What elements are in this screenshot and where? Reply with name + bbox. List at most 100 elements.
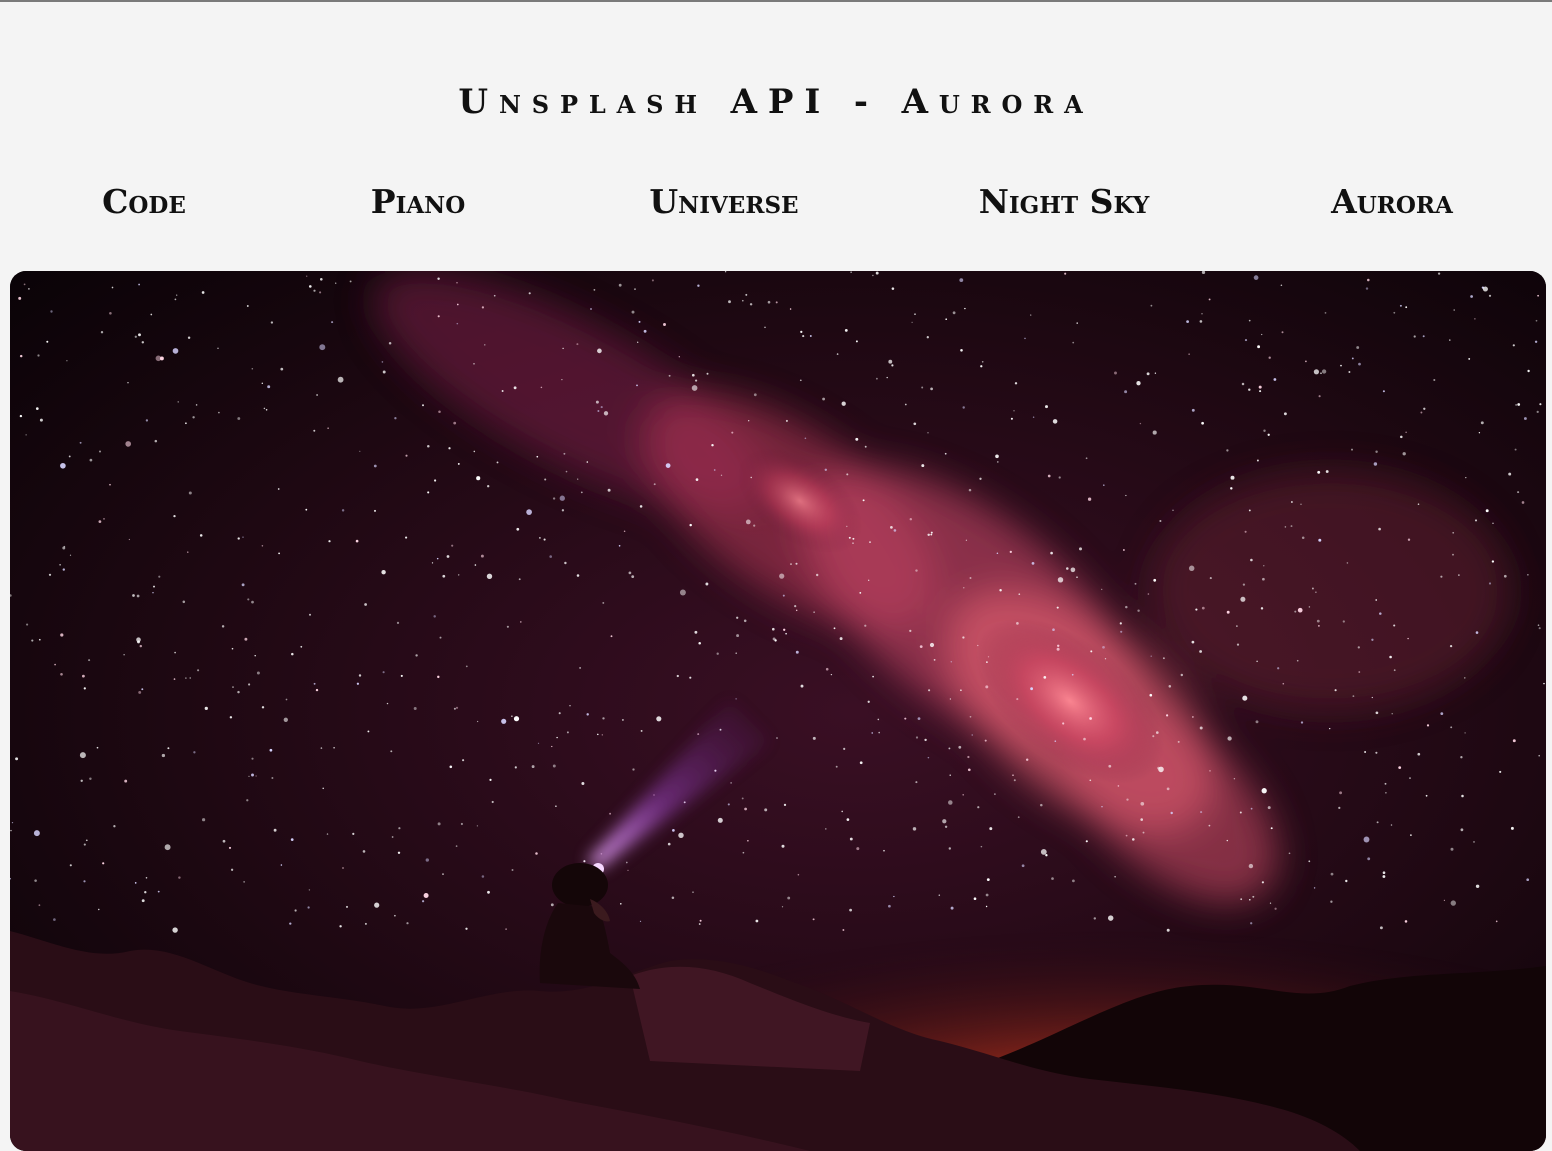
star [1142,831,1145,834]
star [995,454,999,459]
star [313,429,316,432]
star [19,354,23,358]
star [436,557,439,560]
star [453,707,456,710]
star [167,747,170,750]
star [316,394,319,396]
star [948,847,951,850]
star [195,404,198,406]
star [927,756,930,759]
star [158,575,161,578]
star [1136,381,1141,386]
star [1464,677,1466,679]
star [1324,312,1327,314]
star [1070,567,1076,573]
star [949,774,951,776]
star [621,718,624,721]
star [1104,658,1107,660]
star [735,652,737,654]
star [1016,622,1019,625]
star [724,271,727,273]
star [1329,727,1331,730]
star [800,330,803,334]
star [1358,671,1361,673]
star [843,747,846,750]
star [1527,574,1529,576]
nav-item-night-sky[interactable]: Night Sky [979,182,1150,221]
star [442,873,444,875]
star [1188,353,1190,355]
star [981,360,984,363]
star [748,420,750,422]
star [1072,879,1075,883]
star [741,299,744,302]
star [852,537,855,540]
star [10,829,12,832]
star [1076,576,1078,578]
star [790,563,792,565]
star [1017,816,1020,819]
star [1066,567,1069,570]
star [1012,774,1014,777]
star [1155,731,1159,734]
star [373,509,377,512]
star [427,491,430,494]
star [382,370,386,374]
star [1440,575,1443,578]
star [1539,403,1542,406]
star [328,540,331,543]
star [839,637,843,641]
nav-item-code[interactable]: Code [102,182,186,221]
star [927,533,930,537]
star [1375,599,1378,601]
gallery-photo[interactable] [10,271,1546,1151]
star [678,832,684,839]
star [561,509,565,512]
star [1340,364,1342,367]
star [815,573,819,577]
star [229,716,233,719]
star [1123,549,1125,551]
star [1052,628,1055,632]
star [85,839,88,842]
star [930,387,933,391]
star [1241,382,1245,386]
star [381,361,384,363]
star [1291,501,1293,503]
nav-item-piano[interactable]: Piano [371,182,465,221]
star [1201,606,1205,610]
star [812,918,815,921]
star [451,544,454,547]
star [246,799,249,802]
star [199,534,203,537]
star [1016,698,1019,701]
star [185,422,187,425]
nav-item-universe[interactable]: Universe [649,182,798,221]
star [398,827,401,830]
nav-item-aurora[interactable]: Aurora [1331,182,1453,221]
star [967,768,971,772]
star [237,537,240,540]
star [1102,645,1105,649]
star [891,287,895,290]
star [457,462,460,465]
star [602,601,605,604]
star [1510,826,1514,830]
star [367,730,370,733]
star [1250,922,1253,925]
star [1256,660,1258,663]
star [273,828,277,832]
star [261,545,264,547]
star [967,755,970,759]
star [1248,319,1251,322]
star [1250,558,1253,562]
star [1468,357,1471,360]
star [705,582,709,586]
star [1320,372,1322,375]
star [1452,531,1455,534]
star [1057,644,1060,647]
star [155,355,162,362]
star [481,306,485,309]
star [518,578,521,581]
star [69,864,72,867]
